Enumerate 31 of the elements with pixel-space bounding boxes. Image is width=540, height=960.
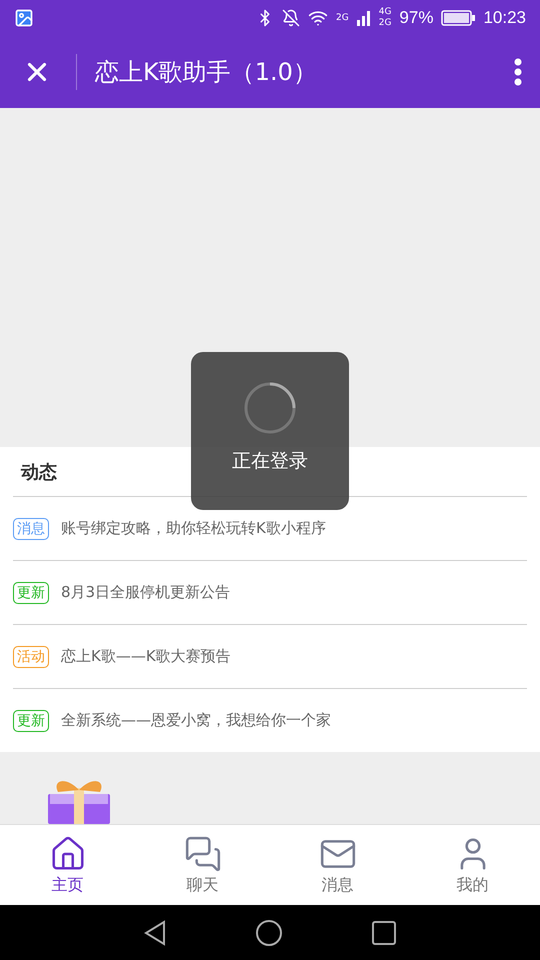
news-link[interactable]: 8月3日全服停机更新公告 xyxy=(61,583,230,602)
more-menu-button[interactable] xyxy=(514,58,522,86)
news-link[interactable]: 恋上K歌——K歌大赛预告 xyxy=(61,647,231,666)
clock-time: 10:23 xyxy=(483,8,526,28)
category-tag: 消息 xyxy=(13,518,49,540)
section-title: 动态 xyxy=(21,460,57,484)
network-label: 2G xyxy=(336,14,349,22)
more-icon xyxy=(514,58,522,86)
network-label: 4G xyxy=(378,8,392,17)
tab-bar-item[interactable]: 主页 xyxy=(0,825,135,905)
recents-icon[interactable] xyxy=(371,920,397,946)
network-label: 2G xyxy=(378,19,392,28)
home-circle-icon[interactable] xyxy=(255,918,283,946)
toast-text: 正在登录 xyxy=(232,449,308,474)
spinner-icon xyxy=(242,380,298,436)
chat-icon xyxy=(184,834,222,872)
gallery-icon xyxy=(14,8,34,28)
news-link[interactable]: 全新系统——恩爱小窝，我想给你一个家 xyxy=(61,711,331,730)
signal-icon xyxy=(356,10,371,26)
battery-icon xyxy=(441,10,476,26)
page-title: 恋上K歌助手（1.0） xyxy=(95,57,318,88)
category-tag: 更新 xyxy=(13,582,49,604)
category-tag: 更新 xyxy=(13,710,49,732)
mute-icon xyxy=(282,9,300,27)
tab-bar-item[interactable]: 我的 xyxy=(405,825,540,905)
tab-bar-item[interactable]: 消息 xyxy=(270,825,405,905)
back-icon[interactable] xyxy=(143,920,167,946)
category-tag: 活动 xyxy=(13,646,49,668)
news-link[interactable]: 账号绑定攻略，助你轻松玩转K歌小程序 xyxy=(61,519,326,538)
battery-percent: 97% xyxy=(399,8,434,28)
tab-bar-item[interactable]: 聊天 xyxy=(135,825,270,905)
